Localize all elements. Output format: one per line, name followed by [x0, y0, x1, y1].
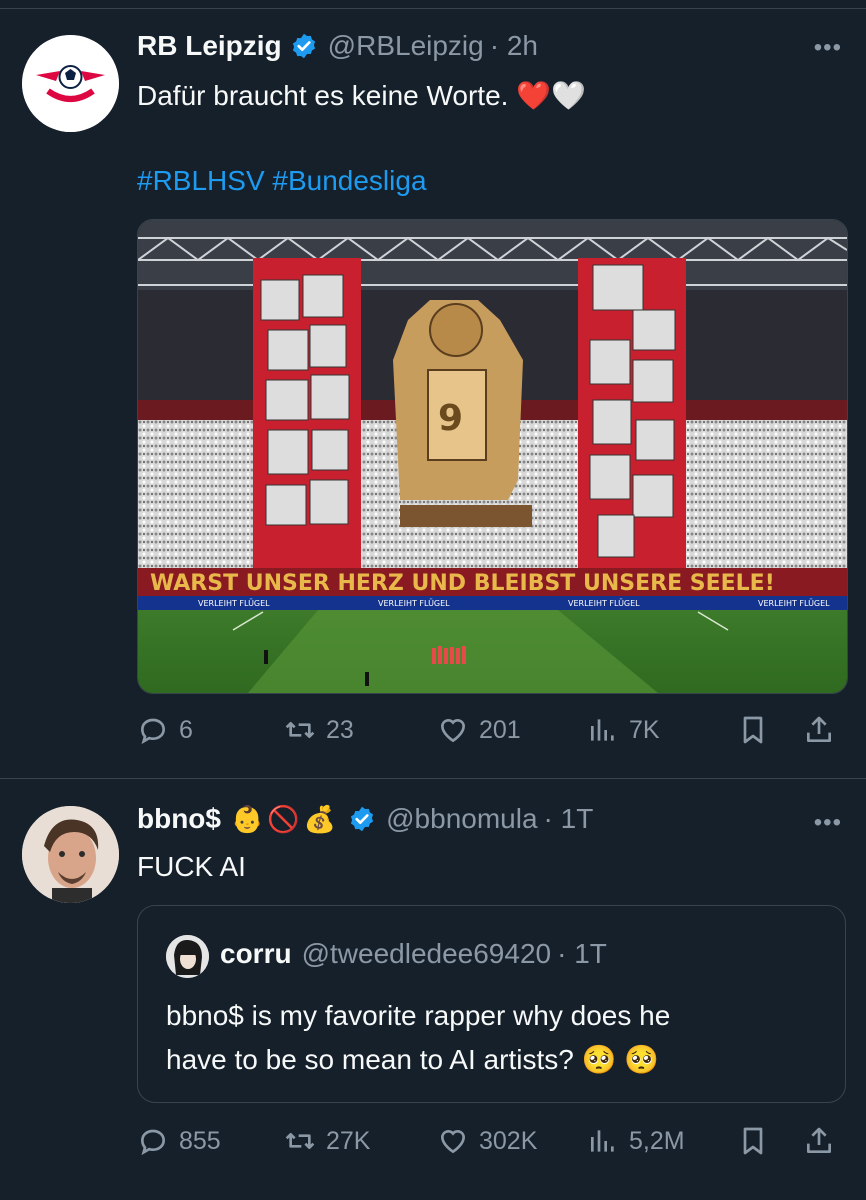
- quote-handle[interactable]: @tweedledee69420: [302, 938, 552, 970]
- ad-text: VERLEIHT FLÜGEL: [758, 598, 830, 608]
- tweet-text: Dafür braucht es keine Worte. ❤️🤍: [137, 80, 586, 111]
- reply-button[interactable]: 855: [137, 1121, 221, 1161]
- views-icon: [591, 719, 614, 741]
- quote-line-1: bbno$ is my favorite rapper why does he: [166, 1000, 671, 1031]
- author-handle[interactable]: @bbnomula: [386, 803, 537, 835]
- bookmark-button[interactable]: [737, 1121, 779, 1161]
- ad-text: VERLEIHT FLÜGEL: [568, 598, 640, 608]
- bbno-avatar-image: [22, 806, 119, 903]
- views-button[interactable]: 7K: [587, 710, 660, 750]
- author-handle[interactable]: @RBLeipzig: [328, 30, 484, 62]
- share-button[interactable]: [803, 1121, 845, 1161]
- tweet-time[interactable]: · 2h: [490, 30, 538, 62]
- share-icon: [807, 1127, 831, 1153]
- stadium-image: 9 WARST UNSER HERZ UND BLEIBST UNSERE SE…: [138, 220, 847, 693]
- svg-text:9: 9: [438, 398, 463, 439]
- quote-line-2: have to be so mean to AI artists? 🥺 🥺: [166, 1044, 660, 1075]
- reply-count: 6: [179, 715, 193, 744]
- reply-icon: [140, 1129, 166, 1156]
- tweet-text: FUCK AI: [137, 851, 246, 882]
- share-icon: [807, 716, 831, 742]
- more-icon[interactable]: •••: [814, 34, 842, 62]
- reply-icon: [140, 718, 166, 745]
- author-name[interactable]: RB Leipzig: [137, 30, 282, 62]
- ad-text: VERLEIHT FLÜGEL: [378, 598, 450, 608]
- like-button[interactable]: 201: [437, 710, 521, 750]
- tweet-header: RB Leipzig @RBLeipzig · 2h: [137, 30, 538, 62]
- views-button[interactable]: 5,2M: [587, 1121, 685, 1161]
- verified-icon: [351, 806, 374, 832]
- author-emojis: 👶🚫💰: [231, 803, 341, 834]
- more-icon[interactable]: •••: [814, 809, 842, 837]
- author-name[interactable]: bbno$: [137, 803, 221, 835]
- like-icon: [440, 1129, 466, 1154]
- views-icon: [591, 1130, 614, 1152]
- stadium-photo[interactable]: 9 WARST UNSER HERZ UND BLEIBST UNSERE SE…: [137, 219, 848, 694]
- retweet-count: 23: [326, 715, 354, 744]
- reply-count: 855: [179, 1126, 221, 1155]
- tweet-actions: 6 23 201 7K: [137, 710, 847, 750]
- rb-leipzig-logo: [22, 35, 119, 132]
- retweet-count: 27K: [326, 1126, 371, 1155]
- tweet-actions: 855 27K 302K 5,2M: [137, 1121, 847, 1161]
- like-count: 302K: [479, 1126, 538, 1155]
- retweet-icon: [285, 722, 315, 738]
- views-count: 7K: [629, 715, 660, 744]
- quote-author[interactable]: corru: [220, 938, 292, 970]
- quote-time[interactable]: · 1T: [557, 938, 607, 970]
- like-button[interactable]: 302K: [437, 1121, 537, 1161]
- quote-text: bbno$ is my favorite rapper why does he …: [166, 994, 670, 1082]
- avatar-rbleipzig[interactable]: [22, 35, 119, 132]
- quote-header: corru @tweedledee69420 · 1T: [220, 938, 607, 970]
- bookmark-icon: [743, 716, 763, 744]
- reply-button[interactable]: 6: [137, 710, 193, 750]
- verified-icon: [292, 33, 315, 59]
- hashtags[interactable]: #RBLHSV #Bundesliga: [137, 163, 427, 199]
- fan-banner-text: WARST UNSER HERZ UND BLEIBST UNSERE SEEL…: [150, 571, 775, 596]
- avatar-bbno[interactable]: [22, 806, 119, 903]
- tweet-rbleipzig[interactable]: RB Leipzig @RBLeipzig · 2h ••• Dafür bra…: [0, 0, 866, 778]
- share-button[interactable]: [803, 710, 845, 750]
- bookmark-button[interactable]: [737, 710, 779, 750]
- tweet-time[interactable]: · 1T: [544, 803, 594, 835]
- avatar-corru[interactable]: [166, 935, 209, 978]
- tweet-bbno[interactable]: bbno$ 👶🚫💰 @bbnomula · 1T ••• FUCK AI cor…: [0, 779, 866, 1200]
- tweet-header: bbno$ 👶🚫💰 @bbnomula · 1T: [137, 803, 593, 835]
- retweet-button[interactable]: 23: [284, 710, 354, 750]
- bookmark-icon: [743, 1127, 763, 1155]
- ad-text: VERLEIHT FLÜGEL: [198, 598, 270, 608]
- quoted-tweet[interactable]: corru @tweedledee69420 · 1T bbno$ is my …: [137, 905, 846, 1103]
- like-icon: [440, 718, 466, 743]
- retweet-button[interactable]: 27K: [284, 1121, 370, 1161]
- retweet-icon: [285, 1133, 315, 1149]
- corru-avatar-image: [166, 935, 209, 978]
- views-count: 5,2M: [629, 1126, 685, 1155]
- like-count: 201: [479, 715, 521, 744]
